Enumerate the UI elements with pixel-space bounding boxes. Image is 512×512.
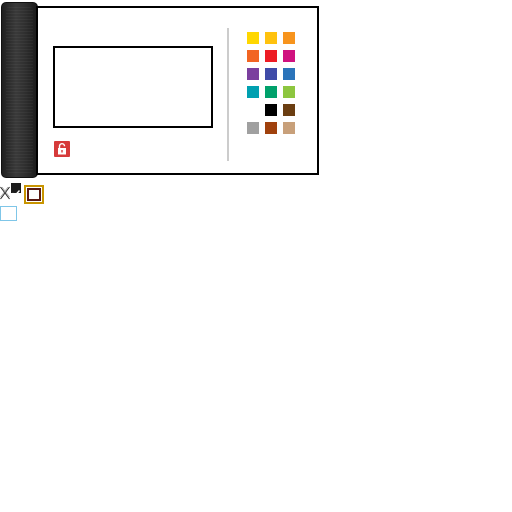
panel-divider xyxy=(227,28,229,161)
color-swatch[interactable] xyxy=(283,122,295,134)
color-swatch[interactable] xyxy=(283,104,295,116)
color-swatch[interactable] xyxy=(265,68,277,80)
color-swatch[interactable] xyxy=(247,32,259,44)
color-swatch[interactable] xyxy=(283,68,295,80)
unlock-icon xyxy=(58,143,66,155)
color-swatch xyxy=(247,104,259,116)
checkmark-glyph xyxy=(12,190,21,197)
cross-icon[interactable] xyxy=(0,186,10,200)
color-swatch[interactable] xyxy=(247,86,259,98)
color-swatch[interactable] xyxy=(265,104,277,116)
lock-button[interactable] xyxy=(54,141,70,157)
color-swatch[interactable] xyxy=(247,50,259,62)
color-swatch[interactable] xyxy=(247,68,259,80)
square-icon[interactable] xyxy=(0,206,17,221)
panel-handle[interactable] xyxy=(1,2,38,178)
color-swatch[interactable] xyxy=(283,50,295,62)
text-area[interactable] xyxy=(53,46,213,128)
color-swatch[interactable] xyxy=(283,32,295,44)
color-swatch[interactable] xyxy=(265,122,277,134)
color-swatch[interactable] xyxy=(265,50,277,62)
color-swatch[interactable] xyxy=(247,122,259,134)
check-icon[interactable] xyxy=(11,183,21,197)
app-window xyxy=(0,0,512,512)
color-swatch[interactable] xyxy=(283,86,295,98)
color-swatch[interactable] xyxy=(265,32,277,44)
editor-panel xyxy=(36,6,319,175)
frame-icon[interactable] xyxy=(24,185,44,204)
color-swatch[interactable] xyxy=(265,86,277,98)
color-palette xyxy=(247,32,301,134)
